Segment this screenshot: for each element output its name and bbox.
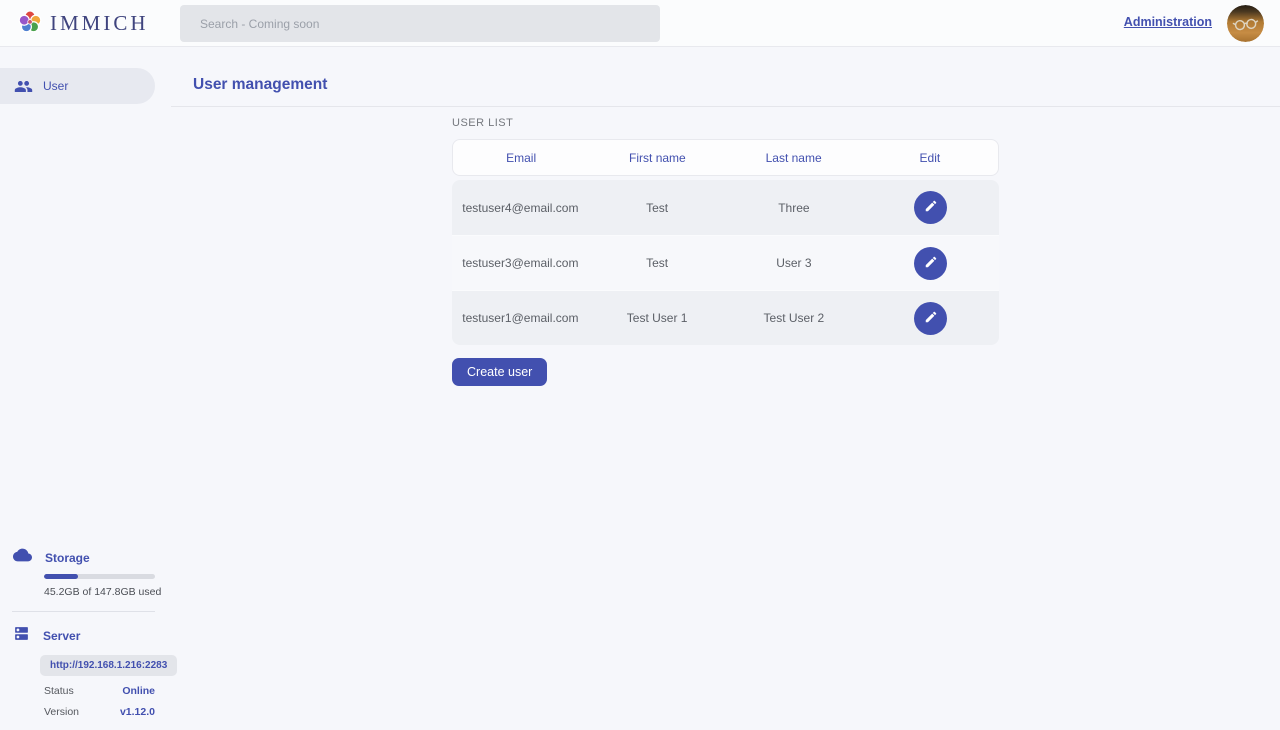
cloud-icon bbox=[13, 548, 32, 567]
table-row: testuser1@email.com Test User 1 Test Use… bbox=[452, 290, 999, 345]
storage-title: Storage bbox=[45, 551, 90, 565]
server-title: Server bbox=[43, 629, 80, 643]
user-avatar[interactable] bbox=[1227, 5, 1264, 42]
server-status-row: Status Online bbox=[44, 685, 155, 697]
title-divider bbox=[171, 106, 1280, 107]
server-section-header: Server bbox=[13, 625, 170, 647]
status-value: Online bbox=[122, 685, 155, 697]
server-icon bbox=[13, 625, 30, 647]
main-content: User management USER LIST Email First na… bbox=[170, 47, 1280, 730]
storage-progress-bar bbox=[44, 574, 155, 579]
edit-user-button[interactable] bbox=[914, 247, 947, 280]
pencil-icon bbox=[924, 255, 938, 272]
edit-user-button[interactable] bbox=[914, 191, 947, 224]
column-header-last-name: Last name bbox=[726, 151, 862, 165]
user-first-name: Test User 1 bbox=[589, 311, 726, 325]
top-bar: IMMICH Administration bbox=[0, 0, 1280, 47]
server-url-chip: http://192.168.1.216:2283 bbox=[40, 655, 177, 676]
search-input[interactable] bbox=[180, 5, 660, 42]
storage-progress-fill bbox=[44, 574, 78, 579]
sidebar-item-user-label: User bbox=[43, 79, 68, 93]
user-table-header: Email First name Last name Edit bbox=[452, 139, 999, 176]
app-logo[interactable]: IMMICH bbox=[16, 7, 149, 40]
version-value: v1.12.0 bbox=[120, 706, 155, 718]
sidebar-divider bbox=[12, 611, 155, 612]
administration-link[interactable]: Administration bbox=[1124, 15, 1212, 29]
sidebar: User Storage 45.2GB of 147.8GB used bbox=[0, 47, 170, 730]
pencil-icon bbox=[924, 310, 938, 327]
people-icon bbox=[14, 77, 33, 96]
server-version-row: Version v1.12.0 bbox=[44, 706, 155, 718]
column-header-first-name: First name bbox=[589, 151, 725, 165]
immich-flower-icon bbox=[16, 7, 44, 40]
column-header-edit: Edit bbox=[862, 151, 998, 165]
sidebar-status-panel: Storage 45.2GB of 147.8GB used Server ht… bbox=[0, 548, 170, 718]
user-table-body: testuser4@email.com Test Three testuser3… bbox=[452, 180, 999, 345]
user-email: testuser3@email.com bbox=[452, 256, 589, 270]
status-label: Status bbox=[44, 685, 74, 697]
table-row: testuser4@email.com Test Three bbox=[452, 180, 999, 235]
storage-usage-text: 45.2GB of 147.8GB used bbox=[44, 586, 170, 598]
version-label: Version bbox=[44, 706, 79, 718]
user-list-section: USER LIST Email First name Last name Edi… bbox=[452, 117, 999, 386]
user-first-name: Test bbox=[589, 201, 726, 215]
server-section: Server http://192.168.1.216:2283 Status … bbox=[0, 625, 170, 718]
user-last-name: Test User 2 bbox=[726, 311, 863, 325]
user-email: testuser4@email.com bbox=[452, 201, 589, 215]
user-last-name: User 3 bbox=[726, 256, 863, 270]
page-title: User management bbox=[193, 76, 327, 94]
pencil-icon bbox=[924, 199, 938, 216]
user-last-name: Three bbox=[726, 201, 863, 215]
create-user-button[interactable]: Create user bbox=[452, 358, 547, 386]
storage-section-header: Storage bbox=[13, 548, 170, 567]
user-first-name: Test bbox=[589, 256, 726, 270]
app-title: IMMICH bbox=[50, 11, 149, 36]
user-email: testuser1@email.com bbox=[452, 311, 589, 325]
table-row: testuser3@email.com Test User 3 bbox=[452, 235, 999, 290]
column-header-email: Email bbox=[453, 151, 589, 165]
section-title: USER LIST bbox=[452, 117, 999, 129]
sidebar-item-user[interactable]: User bbox=[0, 68, 155, 104]
edit-user-button[interactable] bbox=[914, 302, 947, 335]
